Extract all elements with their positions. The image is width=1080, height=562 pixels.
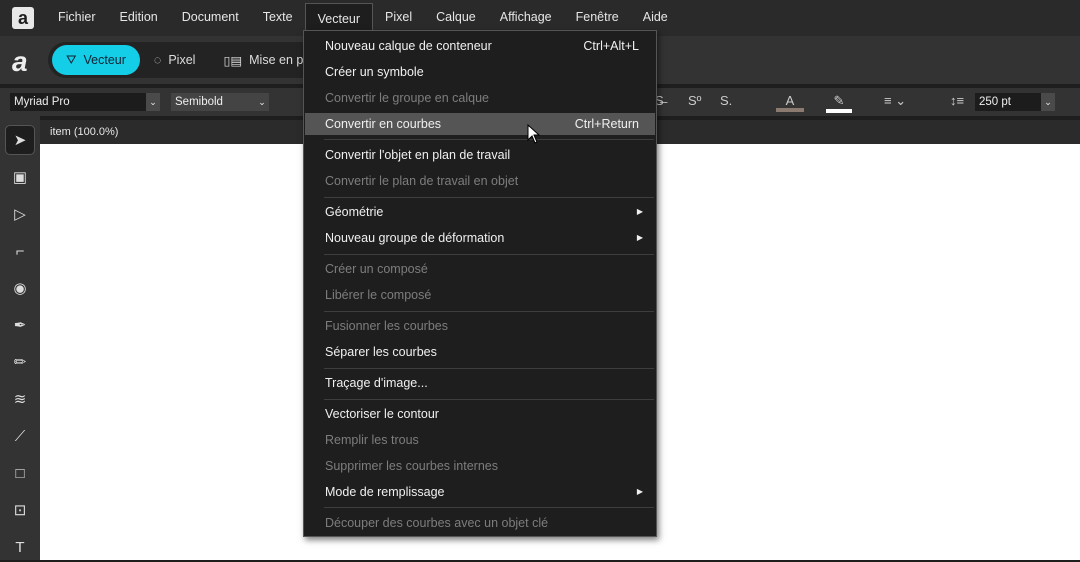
pixel-circle-icon: ◌: [153, 53, 162, 67]
menu-separator: [324, 399, 654, 400]
crop-tool-icon[interactable]: ⊡: [5, 495, 35, 525]
menu-separator: [324, 507, 654, 508]
rectangle-tool-icon[interactable]: □: [5, 458, 35, 488]
submenu-arrow-icon: ▶: [636, 487, 643, 496]
menu-item-label: Fusionner les courbes: [325, 319, 448, 333]
menu-aide[interactable]: Aide: [631, 2, 680, 32]
menu-item-label: Nouveau calque de conteneur: [325, 39, 492, 53]
artboard-tool-icon[interactable]: ▣: [5, 162, 35, 192]
fill-tool-icon[interactable]: ⟋: [5, 421, 35, 451]
menu-separator: [324, 254, 654, 255]
menu-item[interactable]: Convertir le groupe en calque: [305, 87, 655, 109]
menu-item[interactable]: Mode de remplissage ▶: [305, 481, 655, 503]
submenu-arrow-icon: ▶: [636, 207, 643, 216]
vector-node-icon: ⛛: [66, 52, 77, 67]
menu-item-label: Découper des courbes avec un objet clé: [325, 516, 549, 530]
menu-item-label: Convertir le groupe en calque: [325, 91, 489, 105]
menu-item[interactable]: Convertir l'objet en plan de travail: [305, 144, 655, 166]
menu-item[interactable]: Créer un composé: [305, 258, 655, 280]
menu-item[interactable]: Découper des courbes avec un objet clé: [305, 512, 655, 534]
mouse-cursor-icon: [527, 124, 541, 144]
menu-affichage[interactable]: Affichage: [488, 2, 564, 32]
text-color-icon[interactable]: A: [776, 93, 804, 112]
font-weight-select[interactable]: Semibold ⌄: [171, 93, 269, 111]
chevron-down-icon: ⌄: [255, 93, 269, 111]
menu-item[interactable]: Traçage d'image...: [305, 372, 655, 394]
menu-item-label: Vectoriser le contour: [325, 407, 439, 421]
menu-item-label: Convertir le plan de travail en objet: [325, 174, 519, 188]
menu-item[interactable]: Libérer le composé: [305, 284, 655, 306]
pen-tool-icon[interactable]: ✒: [5, 310, 35, 340]
menu-separator: [324, 311, 654, 312]
line-spacing-select[interactable]: 250 pt ⌄: [975, 93, 1055, 111]
menu-item-label: Convertir l'objet en plan de travail: [325, 148, 511, 162]
menu-separator: [324, 368, 654, 369]
menu-item-label: Séparer les courbes: [325, 345, 437, 359]
layout-icon: ▯▤: [223, 53, 243, 68]
menu-separator: [324, 197, 654, 198]
menu-fenêtre[interactable]: Fenêtre: [564, 2, 631, 32]
menu-item[interactable]: Nouveau calque de conteneur Ctrl+Alt+L: [305, 35, 655, 57]
menu-item-label: Supprimer les courbes internes: [325, 459, 498, 473]
submenu-arrow-icon: ▶: [636, 233, 643, 242]
menu-item-label: Géométrie: [325, 205, 384, 219]
menu-item[interactable]: Remplir les trous: [305, 429, 655, 451]
persona-pixel[interactable]: ◌ Pixel: [140, 45, 210, 75]
menu-calque[interactable]: Calque: [424, 2, 488, 32]
menu-item-label: Mode de remplissage: [325, 485, 445, 499]
menu-fichier[interactable]: Fichier: [46, 2, 108, 32]
app-logo: a: [12, 7, 34, 29]
text-tool-icon[interactable]: T: [5, 532, 35, 562]
vecteur-menu: Nouveau calque de conteneur Ctrl+Alt+L Cré…: [303, 30, 657, 537]
menu-separator: [324, 139, 654, 140]
menu-item[interactable]: Vectoriser le contour: [305, 403, 655, 425]
menu-item[interactable]: Supprimer les courbes internes: [305, 455, 655, 477]
chevron-down-icon: ⌄: [1041, 93, 1055, 111]
menu-item[interactable]: Géométrie ▶: [305, 201, 655, 223]
shortcut: Ctrl+Return: [574, 117, 639, 131]
align-left-icon[interactable]: ≡ ⌄: [884, 93, 906, 109]
menu-item[interactable]: Convertir le plan de travail en objet: [305, 170, 655, 192]
menu-item-label: Remplir les trous: [325, 433, 419, 447]
line-spacing-icon: ↕≡: [950, 93, 965, 108]
menu-item[interactable]: Nouveau groupe de déformation ▶: [305, 227, 655, 249]
font-family-select[interactable]: Myriad Pro ⌄: [10, 93, 160, 111]
menu-item[interactable]: Créer un symbole: [305, 61, 655, 83]
superscript-icon[interactable]: Sº: [688, 93, 701, 108]
menu-item-label: Libérer le composé: [325, 288, 432, 302]
menu-texte[interactable]: Texte: [251, 2, 305, 32]
affinity-logo: a: [12, 46, 28, 77]
move-tool-icon[interactable]: ➤: [5, 125, 35, 155]
menu-document[interactable]: Document: [170, 2, 251, 32]
menu-item-label: Nouveau groupe de déformation: [325, 231, 505, 245]
menu-item-label: Créer un symbole: [325, 65, 424, 79]
menu-item-label: Créer un composé: [325, 262, 428, 276]
shortcut: Ctrl+Alt+L: [583, 39, 639, 53]
chevron-down-icon: ⌄: [146, 93, 160, 111]
contour-tool-icon[interactable]: ◉: [5, 273, 35, 303]
highlight-color-icon[interactable]: ✎: [826, 93, 852, 113]
persona-vecteur[interactable]: ⛛ Vecteur: [52, 45, 140, 75]
corner-tool-icon[interactable]: ⌐: [5, 236, 35, 266]
menu-item[interactable]: Fusionner les courbes: [305, 315, 655, 337]
vector-brush-icon[interactable]: ≋: [5, 384, 35, 414]
menu-pixel[interactable]: Pixel: [373, 2, 424, 32]
node-tool-icon[interactable]: ▷: [5, 199, 35, 229]
menu-edition[interactable]: Edition: [108, 2, 170, 32]
menu-item[interactable]: Convertir en courbes Ctrl+Return: [305, 113, 655, 135]
menu-item[interactable]: Séparer les courbes: [305, 341, 655, 363]
menu-item-label: Traçage d'image...: [325, 376, 428, 390]
pencil-tool-icon[interactable]: ✏: [5, 347, 35, 377]
subscript-icon[interactable]: S.: [720, 93, 732, 108]
menu-item-label: Convertir en courbes: [325, 117, 442, 131]
tools-panel: ➤ ▣ ▷ ⌐ ◉ ✒ ✏ ≋ ⟋ □ ⊡ T: [0, 116, 40, 560]
